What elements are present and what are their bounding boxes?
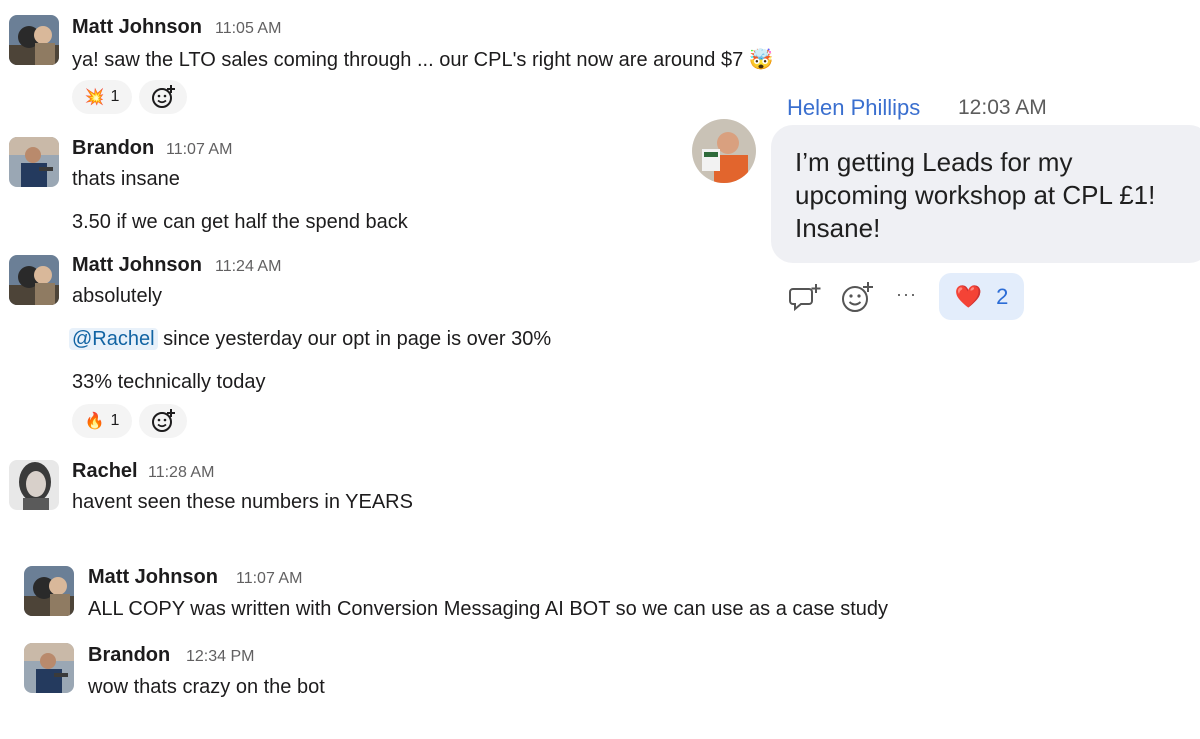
exploding-head-emoji: 🤯: [748, 49, 774, 71]
message-matt-3: Matt Johnson 11:07 AM ALL COPY was writt…: [0, 560, 1000, 630]
reply-thread-icon[interactable]: [789, 283, 821, 313]
message-brandon-1: Brandon 11:07 AM thats insane 3.50 if we…: [0, 125, 700, 245]
avatar-matt[interactable]: [9, 15, 59, 65]
timestamp[interactable]: 11:28 AM: [148, 464, 214, 482]
add-reaction-button[interactable]: [139, 404, 187, 438]
reaction-fire[interactable]: 🔥 1: [72, 404, 132, 438]
reaction-count: 1: [110, 88, 120, 105]
message-line: upcoming workshop at CPL £1!: [795, 180, 1156, 210]
avatar-brandon[interactable]: [9, 137, 59, 187]
message-line: Insane!: [795, 213, 881, 243]
message-matt-2: Matt Johnson 11:24 AM absolutely @Rachel…: [0, 250, 700, 450]
user-mention[interactable]: @Rachel: [69, 328, 158, 350]
more-actions-icon[interactable]: ···: [896, 284, 917, 305]
author-name[interactable]: Matt Johnson: [72, 16, 202, 39]
timestamp[interactable]: 11:07 AM: [166, 141, 232, 159]
message-text: ya! saw the LTO sales coming through ...…: [72, 47, 774, 72]
author-name[interactable]: Matt Johnson: [72, 254, 202, 277]
add-reaction-icon: [152, 85, 175, 108]
message-matt-1: Matt Johnson 11:05 AM ya! saw the LTO sa…: [0, 0, 774, 120]
reaction-collision[interactable]: 💥 1: [72, 80, 132, 114]
heart-emoji: ❤️: [954, 283, 983, 309]
add-reaction-icon[interactable]: [840, 281, 874, 313]
message-line: thats insane: [72, 168, 180, 190]
message-brandon-2: Brandon 12:34 PM wow thats crazy on the …: [0, 640, 700, 710]
timestamp[interactable]: 12:03 AM: [958, 96, 1047, 120]
author-name[interactable]: Matt Johnson: [88, 566, 218, 589]
message-text: @Rachel since yesterday our opt in page …: [69, 328, 552, 351]
fire-emoji: 🔥: [84, 413, 105, 430]
message-line: absolutely: [72, 285, 163, 307]
author-name[interactable]: Rachel: [72, 460, 138, 483]
reaction-count: 2: [996, 283, 1009, 309]
avatar-matt[interactable]: [24, 566, 74, 616]
avatar-rachel[interactable]: [9, 460, 59, 510]
avatar-brandon[interactable]: [24, 643, 74, 693]
message-line: ya! saw the LTO sales coming through ...…: [72, 49, 744, 71]
timestamp[interactable]: 11:07 AM: [236, 570, 302, 588]
avatar-matt[interactable]: [9, 255, 59, 305]
reaction-count: 1: [110, 412, 120, 429]
timestamp[interactable]: 11:24 AM: [215, 258, 281, 276]
message-line: 3.50 if we can get half the spend back: [72, 211, 408, 233]
author-name[interactable]: Brandon: [72, 137, 154, 160]
add-reaction-button[interactable]: [139, 80, 187, 114]
message-line: 33% technically today: [72, 371, 266, 393]
message-line: wow thats crazy on the bot: [88, 676, 325, 698]
add-reaction-icon: [152, 409, 175, 432]
avatar-helen[interactable]: [692, 119, 756, 183]
timestamp[interactable]: 11:05 AM: [215, 20, 281, 38]
message-line: ALL COPY was written with Conversion Mes…: [88, 598, 889, 620]
message-rachel: Rachel 11:28 AM havent seen these number…: [0, 455, 700, 525]
reaction-heart[interactable]: ❤️ 2: [939, 273, 1024, 320]
message-line: I’m getting Leads for my: [795, 147, 1073, 177]
message-line: since yesterday our opt in page is over …: [163, 328, 552, 350]
message-line: havent seen these numbers in YEARS: [72, 491, 413, 513]
collision-emoji: 💥: [84, 89, 105, 106]
timestamp[interactable]: 12:34 PM: [186, 648, 254, 666]
author-name[interactable]: Helen Phillips: [787, 95, 920, 121]
author-name[interactable]: Brandon: [88, 644, 170, 667]
